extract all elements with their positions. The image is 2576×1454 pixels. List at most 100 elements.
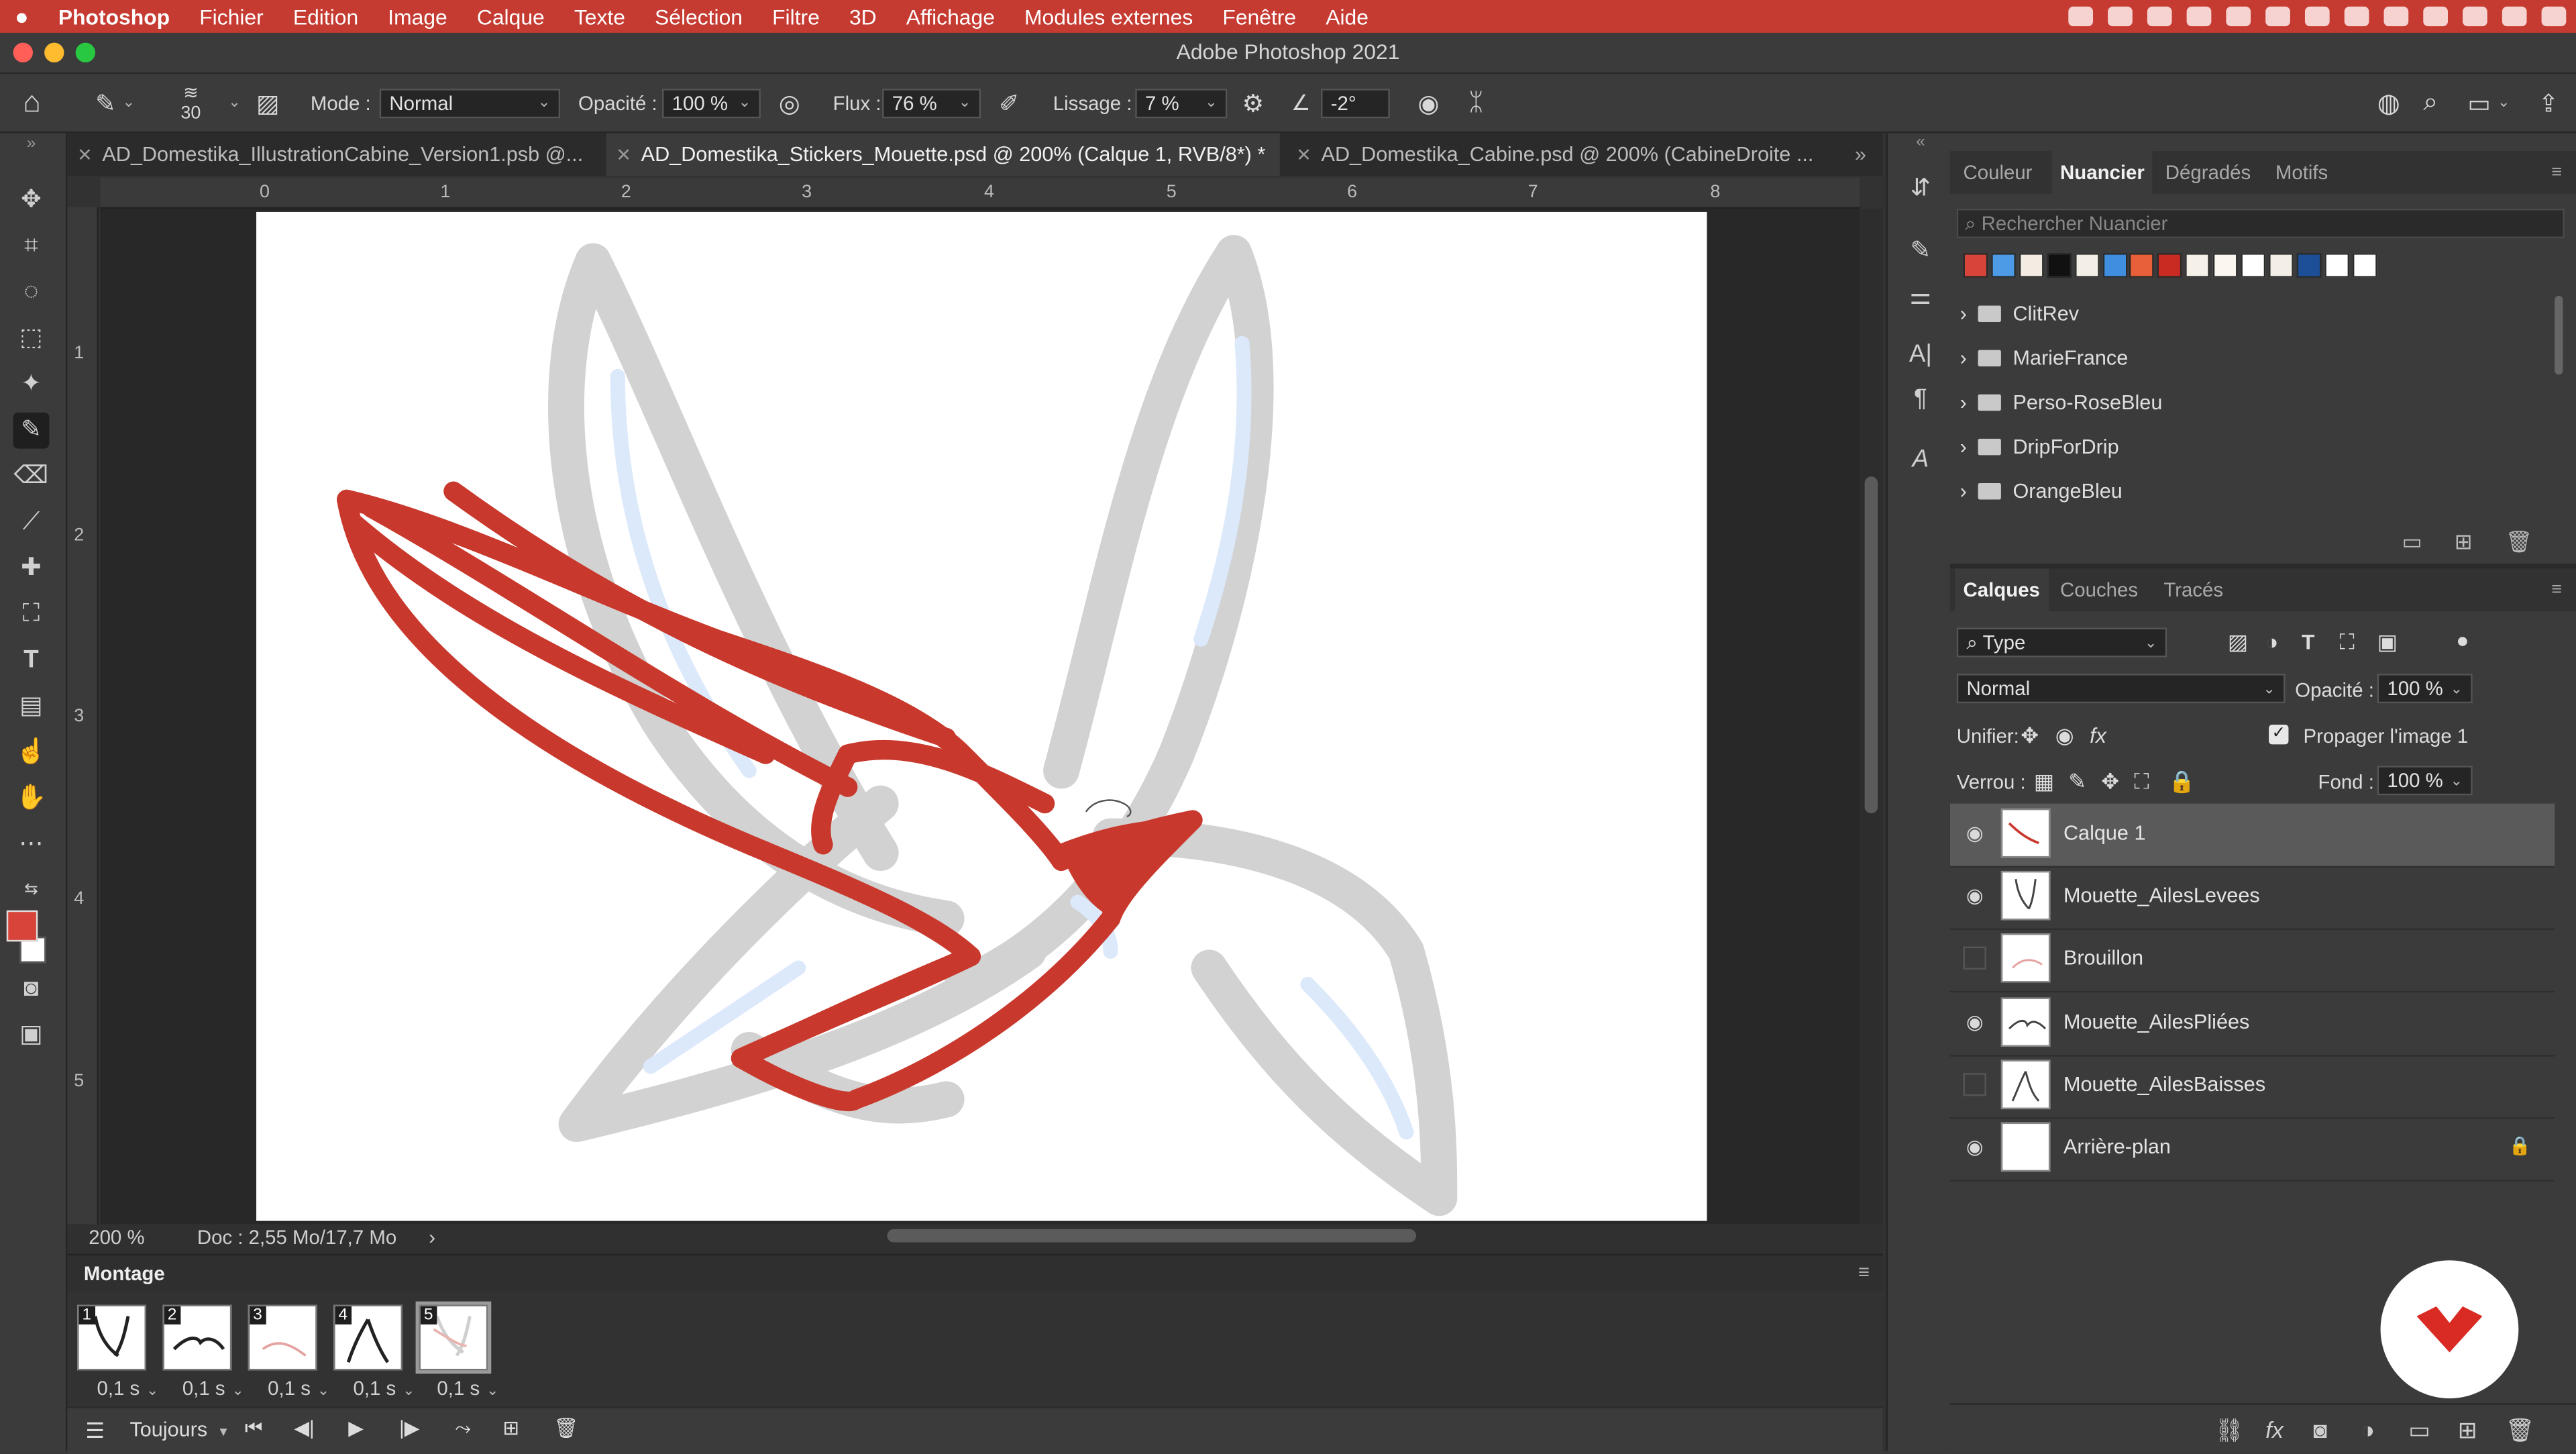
timeline-frame[interactable]: 2 [162, 1304, 232, 1371]
symmetry-butterfly-icon[interactable]: ᛯ [1468, 74, 1483, 132]
collapse-panels-icon[interactable]: « [1904, 133, 1937, 151]
delete-swatch-icon[interactable]: 🗑 [2506, 529, 2532, 556]
brush-tool-icon[interactable]: ✎ [13, 412, 50, 449]
chevron-right-icon[interactable]: › [1960, 303, 1967, 325]
chevron-right-icon[interactable]: › [1960, 435, 1967, 458]
close-tab-icon[interactable]: ✕ [1296, 146, 1311, 166]
status-menu-arrow-icon[interactable]: › [429, 1226, 435, 1249]
menu-aide[interactable]: Aide [1311, 4, 1383, 29]
swatch-chip[interactable] [2129, 253, 2155, 278]
zoom-window-button[interactable] [75, 42, 96, 63]
spotlight-search-icon[interactable] [2423, 6, 2449, 27]
workspace-icon[interactable]: ▭ ⌄ [2467, 74, 2510, 132]
visibility-eye-icon[interactable]: ◉ [1964, 822, 1986, 845]
menu-calque[interactable]: Calque [462, 4, 559, 29]
share-icon[interactable]: ⇪ [2538, 74, 2559, 132]
swatch-search-field[interactable]: ⌕ Rechercher Nuancier [1956, 209, 2565, 239]
new-swatch-icon[interactable]: ⊞ [2455, 529, 2473, 556]
new-group-icon[interactable]: ▭ [2408, 1416, 2430, 1445]
swatches-scroll-thumb[interactable] [2555, 295, 2563, 375]
swatch-chip[interactable] [1990, 253, 2016, 278]
lock-position-icon[interactable]: ✥ [2101, 769, 2119, 795]
timeline-mode-icon[interactable]: ☰ [85, 1418, 105, 1444]
marquee-tool-icon[interactable]: ⬚ [13, 321, 50, 357]
swatch-group-mariefrance[interactable]: › MarieFrance [1960, 340, 2129, 376]
sync-icon[interactable] [2108, 6, 2133, 27]
magic-wand-tool-icon[interactable]: ✦ [13, 366, 50, 403]
menu-photoshop[interactable]: Photoshop [44, 4, 184, 29]
move-tool-icon[interactable]: ✥ [13, 183, 50, 219]
paragraph-panel-icon[interactable]: ¶ [1904, 384, 1937, 413]
expand-panel-icon[interactable]: » [13, 133, 50, 156]
unify-visibility-icon[interactable]: ◉ [2055, 723, 2074, 749]
panel-menu-icon[interactable]: ≡ [2551, 568, 2562, 611]
chevron-right-icon[interactable]: › [1960, 391, 1967, 414]
menu-fenetre[interactable]: Fenêtre [1208, 4, 1311, 29]
swatch-chip[interactable] [2102, 253, 2127, 278]
pressure-size-icon[interactable]: ◉ [1417, 74, 1439, 132]
tab-cabine[interactable]: ✕ AD_Domestika_Cabine.psd @ 200% (CabineD… [1287, 133, 1829, 176]
swatch-chip[interactable] [2268, 253, 2294, 278]
wifi-icon[interactable] [2383, 6, 2409, 27]
tab-couches[interactable]: Couches [2060, 568, 2138, 611]
swatch-group-clitrev[interactable]: › ClitRev [1960, 296, 2079, 332]
swatch-chip[interactable] [2185, 253, 2210, 278]
foreground-color-swatch[interactable] [6, 910, 38, 942]
add-mask-icon[interactable]: ◙ [2313, 1416, 2327, 1443]
crop-tool-icon[interactable]: ⌗ [13, 228, 50, 264]
home-icon[interactable]: ⌂ [23, 74, 41, 132]
swatch-chip[interactable] [2046, 253, 2072, 278]
glyphs-panel-icon[interactable]: A [1904, 446, 1937, 474]
more-tools-icon[interactable]: ⋯ [13, 827, 50, 863]
tab-stickers-mouette[interactable]: ✕ AD_Domestika_Stickers_Mouette.psd @ 200… [606, 133, 1280, 176]
unify-style-icon[interactable]: fx [2090, 723, 2106, 748]
visibility-empty-box[interactable] [1963, 1073, 1986, 1096]
document-canvas[interactable] [256, 211, 1707, 1221]
lock-artboard-icon[interactable]: ⛶ [2134, 769, 2149, 795]
menu-fichier[interactable]: Fichier [184, 4, 278, 29]
filter-type-layers-icon[interactable]: T [2302, 629, 2314, 654]
frame-duration[interactable]: 0,1 s ⌄ [354, 1377, 435, 1400]
battery-icon[interactable] [2344, 6, 2369, 27]
lock-all-icon[interactable]: 🔒 [2169, 769, 2196, 795]
ruler-tool-icon[interactable]: ▤ [13, 688, 50, 725]
delete-frame-icon[interactable]: 🗑 [553, 1416, 578, 1439]
layer-row-mouette-ailes-baisses[interactable]: Mouette_AilesBaisses [1949, 1055, 2555, 1119]
frame-duration[interactable]: 0,1 s ⌄ [437, 1377, 519, 1400]
swatch-chip[interactable] [2241, 253, 2266, 278]
loop-select[interactable]: Toujours ▾ [129, 1418, 227, 1441]
timeline-frame[interactable]: 4 [333, 1304, 403, 1371]
lock-transparency-icon[interactable]: ▦ [2034, 769, 2054, 795]
layer-row-calque-1[interactable]: ◉ Calque 1 [1949, 803, 2555, 868]
layer-row-mouette-ailes-pliees[interactable]: ◉ Mouette_AilesPliées [1949, 992, 2555, 1057]
close-tab-icon[interactable]: ✕ [616, 146, 631, 166]
menu-selection[interactable]: Sélection [640, 4, 757, 29]
eyedropper-tool-icon[interactable]: ⟋ [13, 505, 50, 541]
type-tool-icon[interactable]: T [13, 643, 50, 679]
first-frame-icon[interactable]: ⏮ [245, 1416, 262, 1441]
visibility-eye-icon[interactable]: ◉ [1964, 884, 1986, 907]
tab-illustration-cabine[interactable]: ✕ AD_Domestika_IllustrationCabine_Version… [67, 133, 602, 176]
blend-mode-select[interactable]: Normal ⌄ [1956, 674, 2286, 704]
control-center-icon[interactable] [2463, 6, 2487, 27]
layer-row-mouette-ailes-levees[interactable]: ◉ Mouette_AilesLevees [1949, 866, 2555, 931]
previous-frame-icon[interactable]: ◀| [294, 1416, 314, 1439]
tab-motifs[interactable]: Motifs [2275, 151, 2328, 194]
duplicate-frame-icon[interactable]: ⊞ [502, 1416, 519, 1439]
siri-icon[interactable] [2502, 6, 2527, 27]
tween-icon[interactable]: ⤳ [455, 1416, 471, 1441]
lock-pixels-icon[interactable]: ✎ [2068, 769, 2086, 795]
adjustment-layer-icon[interactable]: ◑ [2361, 1416, 2375, 1443]
hand-tool-icon[interactable]: ✋ [13, 780, 50, 817]
vertical-scroll-thumb[interactable] [1864, 476, 1878, 814]
propagate-frame-checkbox[interactable]: ✓ [2269, 725, 2289, 745]
filter-smart-objects-icon[interactable]: ▣ [2377, 629, 2398, 656]
frame-duration[interactable]: 0,1 s ⌄ [97, 1377, 178, 1400]
character-panel-icon[interactable]: A| [1904, 340, 1937, 368]
layer-style-fx-icon[interactable]: fx [2265, 1416, 2284, 1443]
filter-shape-layers-icon[interactable]: ⛶ [2339, 629, 2354, 656]
next-frame-icon[interactable]: |▶ [399, 1416, 419, 1439]
quick-mask-icon[interactable]: ◙ [13, 971, 50, 1007]
panel-menu-icon[interactable]: ≡ [1858, 1260, 1870, 1283]
close-tab-icon[interactable]: ✕ [77, 146, 93, 166]
